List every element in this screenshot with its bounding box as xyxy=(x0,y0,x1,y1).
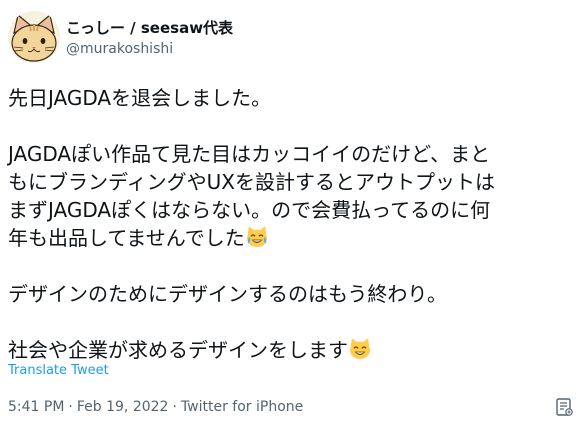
grinning-cat-icon xyxy=(350,338,370,359)
tweet-date[interactable]: Feb 19, 2022 xyxy=(77,399,169,415)
display-name[interactable]: こっしー / seesaw代表 xyxy=(66,18,233,38)
tweet-source[interactable]: Twitter for iPhone xyxy=(181,399,303,415)
tweet-text: 先日JAGDAを退会しました。 JAGDAぽい作品て見た目はカッコイイのだけど、… xyxy=(8,84,580,364)
tweet-paragraph: 社会や企業が求めるデザインをします xyxy=(8,336,580,364)
tweet-meta: 5:41 PM · Feb 19, 2022 · Twitter for iPhone xyxy=(8,398,303,416)
tweet-line: JAGDAぽい作品て見た目はカッコイイのだけど、まと xyxy=(8,142,491,166)
tweet-line: デザインのためにデザインするのはもう終わり。 xyxy=(8,282,447,306)
separator: · xyxy=(172,399,177,415)
tweet-line: もにブランディングやUXを設計するとアウトプットは xyxy=(8,170,495,194)
separator: · xyxy=(68,399,73,415)
tweet-line: まずJAGDAぽくはならない。ので会費払ってるのに何 xyxy=(8,198,491,222)
user-names: こっしー / seesaw代表 @murakoshishi xyxy=(66,18,233,59)
translate-tweet-link[interactable]: Translate Tweet xyxy=(8,363,109,379)
tweet-time[interactable]: 5:41 PM xyxy=(8,399,64,415)
avatar[interactable] xyxy=(8,11,60,63)
tweet-paragraph: 先日JAGDAを退会しました。 xyxy=(8,84,580,112)
tweet-line: 先日JAGDAを退会しました。 xyxy=(8,86,272,110)
tweet-header: こっしー / seesaw代表 @murakoshishi xyxy=(8,8,580,68)
birdwatch-note-icon[interactable] xyxy=(554,397,574,417)
tweet-line: 年も出品してませんでした xyxy=(8,226,245,250)
grinning-cat-with-tears-icon xyxy=(246,226,267,247)
user-handle[interactable]: @murakoshishi xyxy=(66,40,233,59)
tweet-paragraph: デザインのためにデザインするのはもう終わり。 xyxy=(8,280,580,308)
tweet-line-with-emoji: 年も出品してませんでした xyxy=(8,224,580,252)
tweet-line: 社会や企業が求めるデザインをします xyxy=(8,338,348,362)
tweet-paragraph: JAGDAぽい作品て見た目はカッコイイのだけど、まと もにブランディングやUXを… xyxy=(8,140,580,252)
tweet-line-with-emoji: 社会や企業が求めるデザインをします xyxy=(8,336,580,364)
cat-face-icon xyxy=(8,11,60,63)
